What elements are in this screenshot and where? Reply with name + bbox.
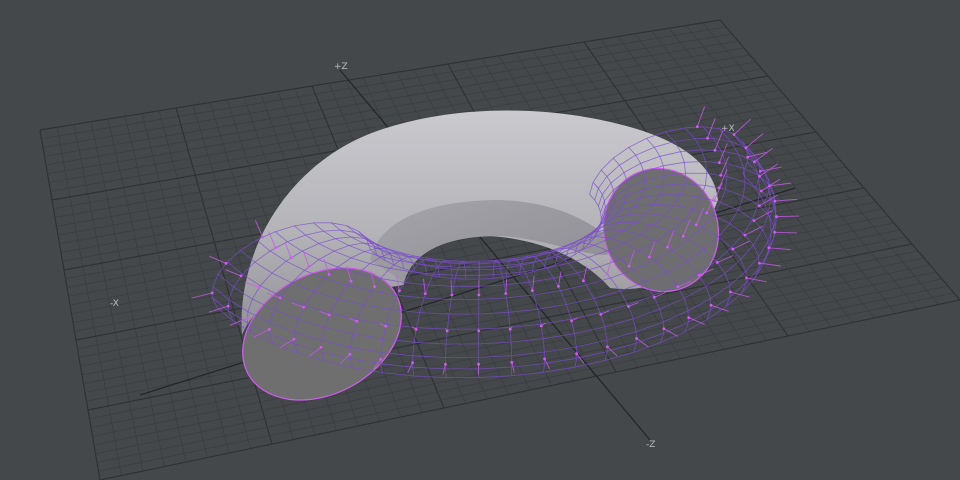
mesh-vertex: [210, 291, 214, 295]
mesh-vertex: [676, 285, 680, 289]
mesh-vertex: [652, 295, 656, 299]
mesh-vertex: [582, 279, 585, 283]
mesh-vertex: [379, 357, 383, 361]
normal-line: [774, 231, 797, 234]
mesh-vertex: [599, 313, 603, 316]
mesh-vertex: [477, 293, 481, 297]
mesh-vertex: [775, 215, 778, 219]
axis-label-pos-z: +Z: [334, 62, 348, 72]
mesh-vertex: [477, 329, 481, 333]
mesh-vertex: [444, 362, 447, 366]
mesh-vertex: [605, 272, 609, 276]
mesh-vertex: [716, 261, 719, 264]
mesh-vertex: [681, 234, 685, 238]
mesh-vertex: [348, 352, 352, 356]
mesh-vertex: [695, 125, 699, 129]
mesh-vertex: [373, 285, 376, 289]
mesh-vertex: [746, 155, 750, 159]
mesh-vertex: [648, 255, 651, 259]
mesh-vertex: [744, 146, 748, 150]
mesh-vertex: [267, 328, 271, 331]
mesh-vertex: [575, 352, 578, 356]
mesh-vertex: [531, 289, 534, 292]
mesh-vertex: [307, 265, 311, 268]
mesh-vertex: [606, 345, 609, 349]
mesh-vertex: [773, 230, 776, 234]
mesh-vertex: [732, 133, 736, 136]
mesh-vertex: [635, 337, 638, 340]
mesh-vertex: [239, 274, 243, 278]
mesh-vertex: [758, 261, 761, 265]
mesh-vertex: [705, 211, 709, 215]
axis-label-neg-z: -Z: [646, 440, 655, 450]
mesh-vertex: [423, 292, 427, 295]
mesh-vertex: [717, 161, 721, 165]
mesh-vertex: [445, 329, 449, 333]
axis-label-neg-x: -X: [110, 299, 119, 309]
mesh-vertex: [713, 148, 717, 152]
mesh-vertex: [508, 327, 512, 331]
mesh-vertex: [570, 319, 573, 323]
mesh-vertex: [261, 235, 265, 239]
mesh-vertex: [752, 219, 756, 223]
mesh-vertex: [666, 245, 669, 249]
mesh-vertex: [743, 233, 747, 237]
mesh-vertex: [349, 279, 353, 283]
mesh-vertex: [278, 296, 282, 300]
mesh-vertex: [292, 337, 296, 341]
mesh-vertex: [411, 361, 414, 364]
mesh-vertex: [662, 327, 666, 331]
mesh-vertex: [384, 324, 388, 328]
mesh-vertex: [327, 313, 331, 317]
mesh-vertex: [327, 273, 331, 276]
mesh-vertex: [510, 361, 514, 364]
mesh-vertex: [759, 189, 763, 193]
mesh-vertex: [477, 362, 480, 366]
mesh-vertex: [539, 324, 543, 328]
mesh-vertex: [557, 284, 560, 288]
mesh-vertex: [697, 273, 701, 277]
mesh-vertex: [758, 174, 761, 178]
3d-viewport[interactable]: +Z +X -X -Z: [0, 0, 960, 480]
mesh-vertex: [719, 173, 723, 177]
mesh-vertex: [729, 290, 732, 294]
mesh-vertex: [759, 169, 762, 173]
normal-line: [776, 215, 800, 218]
mesh-vertex: [745, 276, 748, 280]
mesh-vertex: [274, 246, 277, 250]
mesh-vertex: [543, 357, 546, 361]
mesh-vertex: [694, 223, 698, 227]
mesh-vertex: [731, 247, 735, 251]
mesh-vertex: [414, 328, 418, 331]
mesh-vertex: [224, 261, 228, 265]
mesh-vertex: [245, 316, 249, 320]
mesh-vertex: [706, 136, 709, 140]
mesh-vertex: [226, 304, 230, 308]
mesh-vertex: [398, 289, 401, 293]
mesh-vertex: [773, 199, 777, 203]
mesh-vertex: [687, 316, 691, 319]
mesh-vertex: [302, 305, 305, 309]
mesh-vertex: [504, 292, 508, 295]
mesh-vertex: [713, 199, 716, 202]
mesh-vertex: [753, 160, 756, 164]
mesh-vertex: [355, 319, 359, 323]
mesh-vertex: [767, 246, 771, 250]
mesh-vertex: [757, 204, 761, 208]
mesh-vertex: [627, 305, 630, 308]
mesh-vertex: [319, 345, 323, 349]
mesh-vertex: [289, 256, 293, 260]
mesh-vertex: [257, 286, 261, 289]
mesh-vertex: [450, 293, 454, 297]
mesh-vertex: [627, 264, 631, 268]
mesh-vertex: [709, 303, 713, 307]
